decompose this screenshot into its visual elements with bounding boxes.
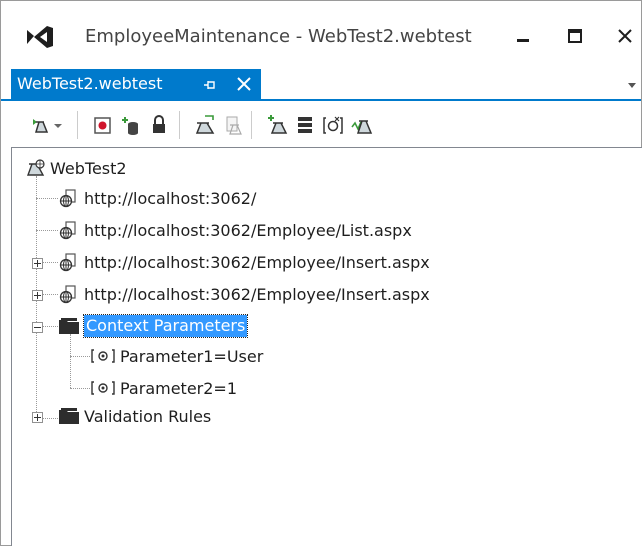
tree-node-parameter[interactable]: Parameter2=1 — [90, 376, 330, 400]
parameter-label: Parameter1=User — [120, 347, 264, 366]
tree-connector — [36, 230, 58, 231]
web-test-tree: WebTest2 http://localhost:3062/ http://l… — [11, 147, 642, 546]
web-request-icon — [59, 189, 76, 208]
folder-icon — [59, 318, 79, 334]
request-url: http://localhost:3062/Employee/Insert.as… — [84, 253, 430, 272]
context-parameter-icon — [91, 381, 115, 395]
folder-icon — [59, 408, 79, 424]
tree-connector — [42, 326, 58, 327]
tree-node-request[interactable]: http://localhost:3062/Employee/Insert.as… — [58, 282, 478, 306]
window-title: EmployeeMaintenance - WebTest2.webtest — [85, 26, 472, 47]
tree-connector — [70, 388, 90, 389]
tab-webtest2[interactable]: WebTest2.webtest — [11, 69, 261, 99]
tree-node-validation-rules[interactable]: Validation Rules — [58, 404, 318, 428]
web-test-toolbar — [11, 103, 641, 147]
request-url: http://localhost:3062/Employee/List.aspx — [84, 221, 412, 240]
dropdown-arrow-icon[interactable] — [51, 113, 65, 137]
close-tab-icon[interactable] — [235, 75, 253, 93]
context-parameter-icon[interactable] — [321, 113, 345, 137]
expand-toggle[interactable] — [32, 258, 43, 269]
run-test-icon[interactable] — [27, 113, 51, 137]
visual-studio-window: EmployeeMaintenance - WebTest2.webtest W… — [0, 0, 642, 546]
tree-node-context-parameters[interactable]: Context Parameters — [58, 314, 318, 338]
request-url: http://localhost:3062/Employee/Insert.as… — [84, 285, 430, 304]
tree-connector — [36, 198, 58, 199]
add-data-source-icon[interactable] — [119, 113, 143, 137]
toolbar-separator — [77, 111, 78, 139]
record-icon[interactable] — [91, 113, 115, 137]
validation-rules-label: Validation Rules — [84, 407, 212, 426]
tab-dropdown-icon[interactable] — [625, 79, 639, 91]
document-tab-strip: WebTest2.webtest — [1, 69, 641, 101]
tree-root-label: WebTest2 — [50, 159, 127, 178]
title-bar: EmployeeMaintenance - WebTest2.webtest — [1, 1, 641, 69]
web-request-icon — [59, 253, 76, 272]
tree-node-request[interactable]: http://localhost:3062/Employee/List.aspx — [58, 218, 458, 242]
web-request-icon — [59, 221, 76, 240]
add-validation-icon[interactable] — [265, 113, 289, 137]
visual-studio-logo-icon — [27, 26, 53, 48]
tree-connector — [70, 334, 71, 388]
expand-toggle[interactable] — [32, 412, 43, 423]
toolbar-separator — [179, 111, 180, 139]
tree-connector — [42, 294, 58, 295]
tab-label: WebTest2.webtest — [17, 74, 163, 93]
tree-connector — [42, 418, 58, 419]
tree-connector — [42, 262, 58, 263]
maximize-icon[interactable] — [563, 25, 587, 49]
tree-node-request[interactable]: http://localhost:3062/Employee/Insert.as… — [58, 250, 478, 274]
tree-node-parameter[interactable]: Parameter1=User — [90, 344, 330, 368]
create-performance-session-icon[interactable] — [349, 113, 373, 137]
pin-icon[interactable] — [201, 77, 217, 93]
tree-connector — [70, 356, 90, 357]
web-request-icon — [59, 285, 76, 304]
tree-node-request[interactable]: http://localhost:3062/ — [58, 186, 458, 210]
lock-icon[interactable] — [147, 113, 171, 137]
context-parameters-label: Context Parameters — [82, 314, 249, 338]
properties-list-icon[interactable] — [293, 113, 317, 137]
close-window-icon[interactable] — [613, 25, 637, 49]
minimize-icon[interactable] — [511, 25, 535, 49]
collapse-toggle[interactable] — [32, 322, 43, 333]
web-test-icon — [27, 159, 45, 176]
parameterize-icon[interactable] — [193, 113, 217, 137]
expand-toggle[interactable] — [32, 290, 43, 301]
context-parameter-icon — [91, 349, 115, 363]
parameter-label: Parameter2=1 — [120, 379, 238, 398]
extract-icon[interactable] — [221, 113, 245, 137]
request-url: http://localhost:3062/ — [84, 189, 257, 208]
toolbar-separator — [251, 111, 252, 139]
tree-node-webtest2[interactable]: WebTest2 — [26, 156, 326, 180]
